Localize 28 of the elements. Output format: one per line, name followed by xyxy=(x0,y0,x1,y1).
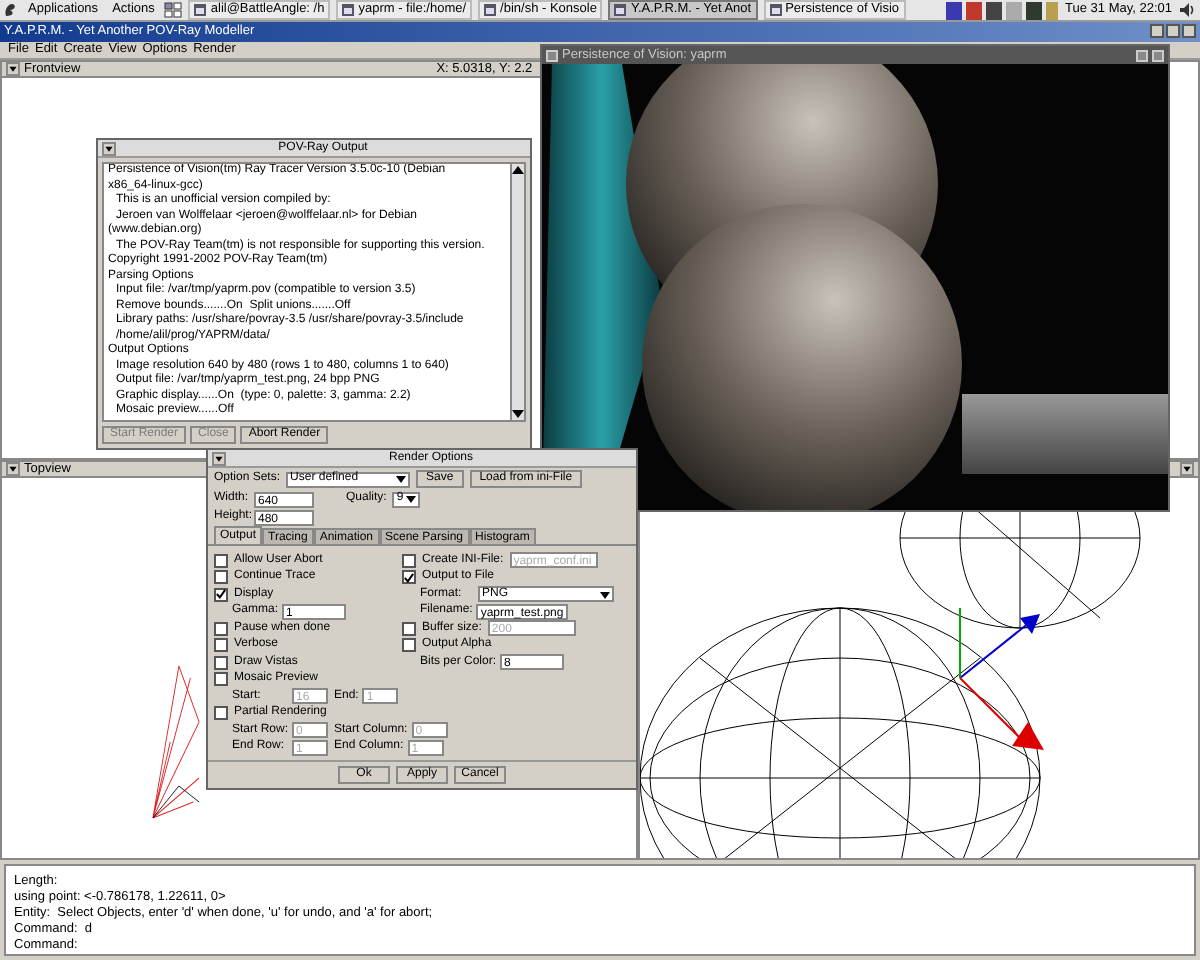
checkbox[interactable] xyxy=(214,621,228,636)
close-button[interactable] xyxy=(1182,24,1196,39)
volume-icon[interactable] xyxy=(1180,2,1196,18)
checkbox[interactable] xyxy=(214,553,228,568)
checkbox[interactable] xyxy=(214,587,228,602)
caret-icon[interactable] xyxy=(6,61,20,76)
dropdown-arrow-icon xyxy=(600,589,610,600)
caret-icon[interactable] xyxy=(6,462,20,477)
gnome-foot-icon[interactable] xyxy=(4,2,18,18)
checkbox[interactable] xyxy=(214,638,228,653)
window-icon xyxy=(484,4,497,16)
checkbox[interactable] xyxy=(214,570,228,585)
scroll-down-icon[interactable] xyxy=(512,405,524,419)
checkbox[interactable] xyxy=(214,706,228,721)
checkbox[interactable] xyxy=(402,638,416,653)
checkbox[interactable] xyxy=(402,570,416,585)
window-icon xyxy=(194,4,207,16)
caret-icon[interactable] xyxy=(1180,462,1194,477)
caret-icon[interactable] xyxy=(102,141,116,155)
window-icon xyxy=(614,4,627,16)
window-icon xyxy=(342,4,355,16)
scrollbar[interactable] xyxy=(510,164,524,419)
caret-icon[interactable] xyxy=(212,451,226,465)
scroll-up-icon[interactable] xyxy=(512,164,524,178)
checkbox[interactable] xyxy=(214,672,228,687)
window-icon xyxy=(769,4,782,16)
checkbox[interactable] xyxy=(214,655,228,670)
workspace-switcher-icon[interactable] xyxy=(164,2,183,18)
